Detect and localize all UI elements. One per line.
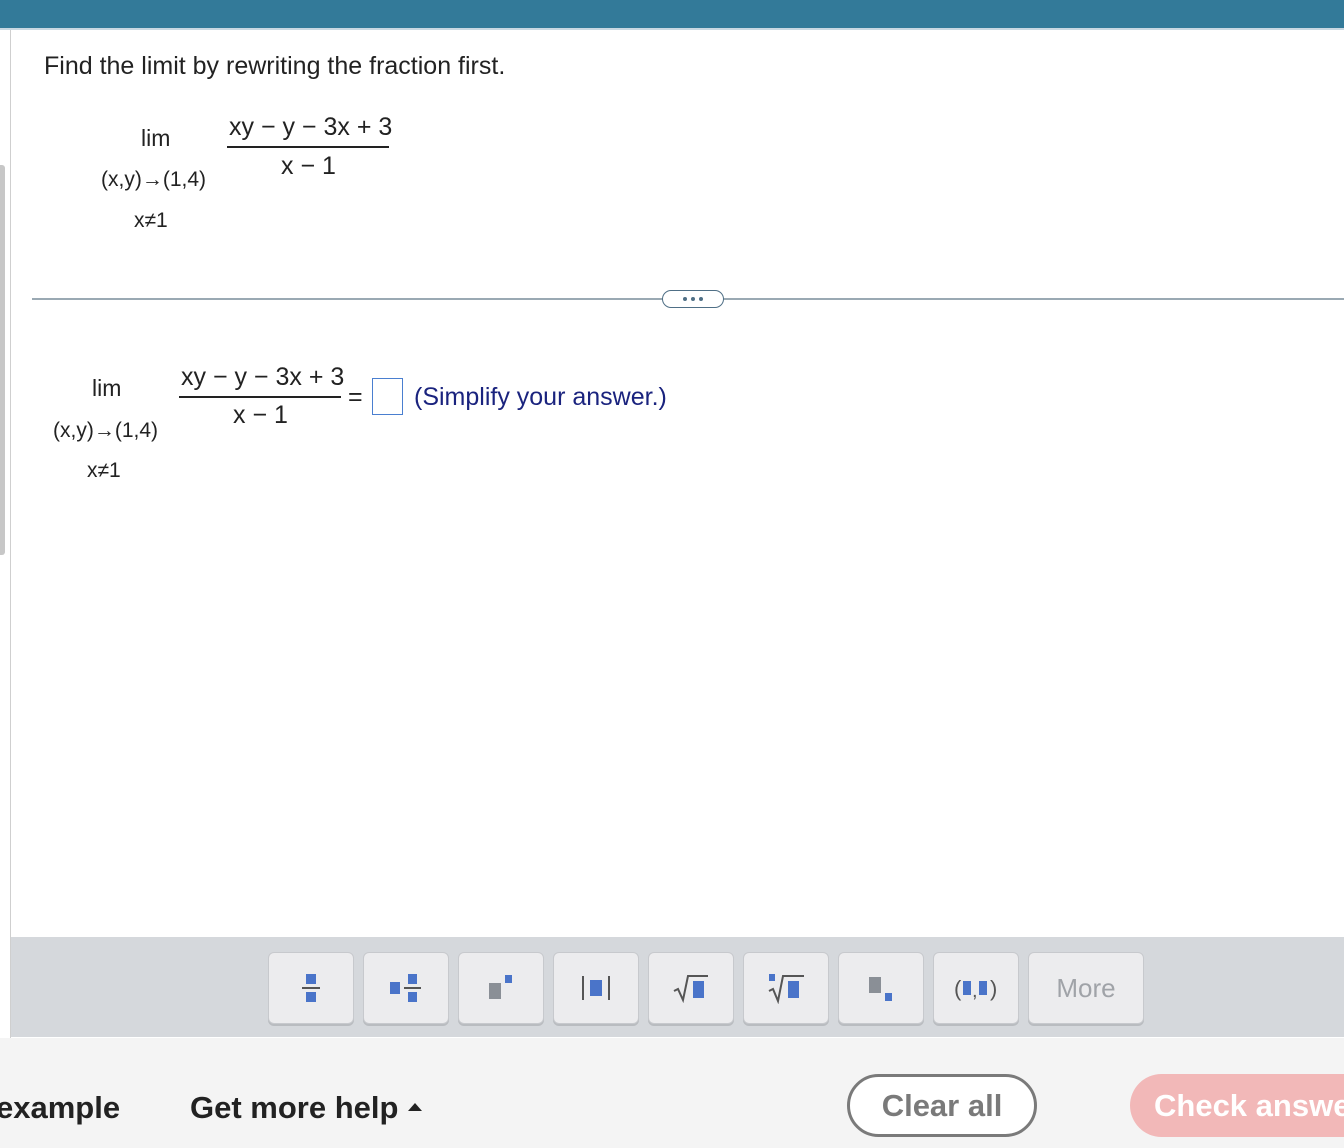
caret-up-icon	[408, 1102, 423, 1111]
nth-root-button[interactable]	[743, 952, 829, 1024]
limit-approach: (x,y)→(1,4)	[101, 168, 206, 191]
answer-input[interactable]	[372, 378, 403, 415]
ordered-pair-button[interactable]: ( , )	[933, 952, 1019, 1024]
nth-root-icon	[768, 974, 804, 1004]
scrollbar-thumb[interactable]	[0, 165, 5, 555]
fraction-denominator: x − 1	[233, 401, 288, 429]
check-answer-button[interactable]: Check answer	[1130, 1074, 1344, 1137]
fraction-bar	[179, 396, 341, 398]
fraction-denominator: x − 1	[281, 152, 336, 180]
equals-sign: =	[348, 383, 363, 411]
get-more-help-link[interactable]: Get more help	[190, 1090, 423, 1126]
absolute-value-icon	[582, 976, 610, 1000]
ordered-pair-icon: ( , )	[954, 976, 997, 1002]
more-button[interactable]: More	[1028, 952, 1144, 1024]
absolute-value-button[interactable]	[553, 952, 639, 1024]
dot-icon	[699, 297, 703, 301]
expand-dots-button[interactable]	[662, 290, 724, 308]
limit-approach: (x,y)→(1,4)	[53, 419, 158, 442]
exponent-icon	[489, 975, 512, 999]
subscript-icon	[869, 977, 892, 1001]
svg-text:): )	[990, 976, 997, 1001]
fraction-button[interactable]	[268, 952, 354, 1024]
subscript-button[interactable]	[838, 952, 924, 1024]
svg-text:,: ,	[972, 980, 978, 1002]
simplify-hint: (Simplify your answer.)	[414, 383, 667, 411]
panel-border	[10, 30, 11, 1038]
square-root-icon	[673, 975, 708, 1003]
header-bar	[0, 0, 1344, 28]
fraction-bar	[227, 146, 389, 148]
dot-icon	[691, 297, 695, 301]
view-example-link[interactable]: example	[0, 1090, 120, 1126]
get-more-help-label: Get more help	[190, 1090, 399, 1125]
limit-condition: x≠1	[87, 459, 121, 482]
mixed-number-icon	[390, 974, 421, 1002]
exponent-button[interactable]	[458, 952, 544, 1024]
clear-all-button[interactable]: Clear all	[847, 1074, 1037, 1137]
header-underline	[0, 28, 1344, 30]
limit-condition: x≠1	[134, 209, 168, 232]
question-instruction: Find the limit by rewriting the fraction…	[44, 52, 506, 80]
fraction-numerator: xy − y − 3x + 3	[181, 363, 345, 391]
fraction-numerator: xy − y − 3x + 3	[229, 113, 393, 141]
limit-word: lim	[92, 375, 122, 401]
mixed-number-button[interactable]	[363, 952, 449, 1024]
fraction-icon	[302, 974, 320, 1002]
square-root-button[interactable]	[648, 952, 734, 1024]
svg-text:(: (	[954, 976, 962, 1001]
dot-icon	[683, 297, 687, 301]
limit-word: lim	[141, 125, 171, 151]
